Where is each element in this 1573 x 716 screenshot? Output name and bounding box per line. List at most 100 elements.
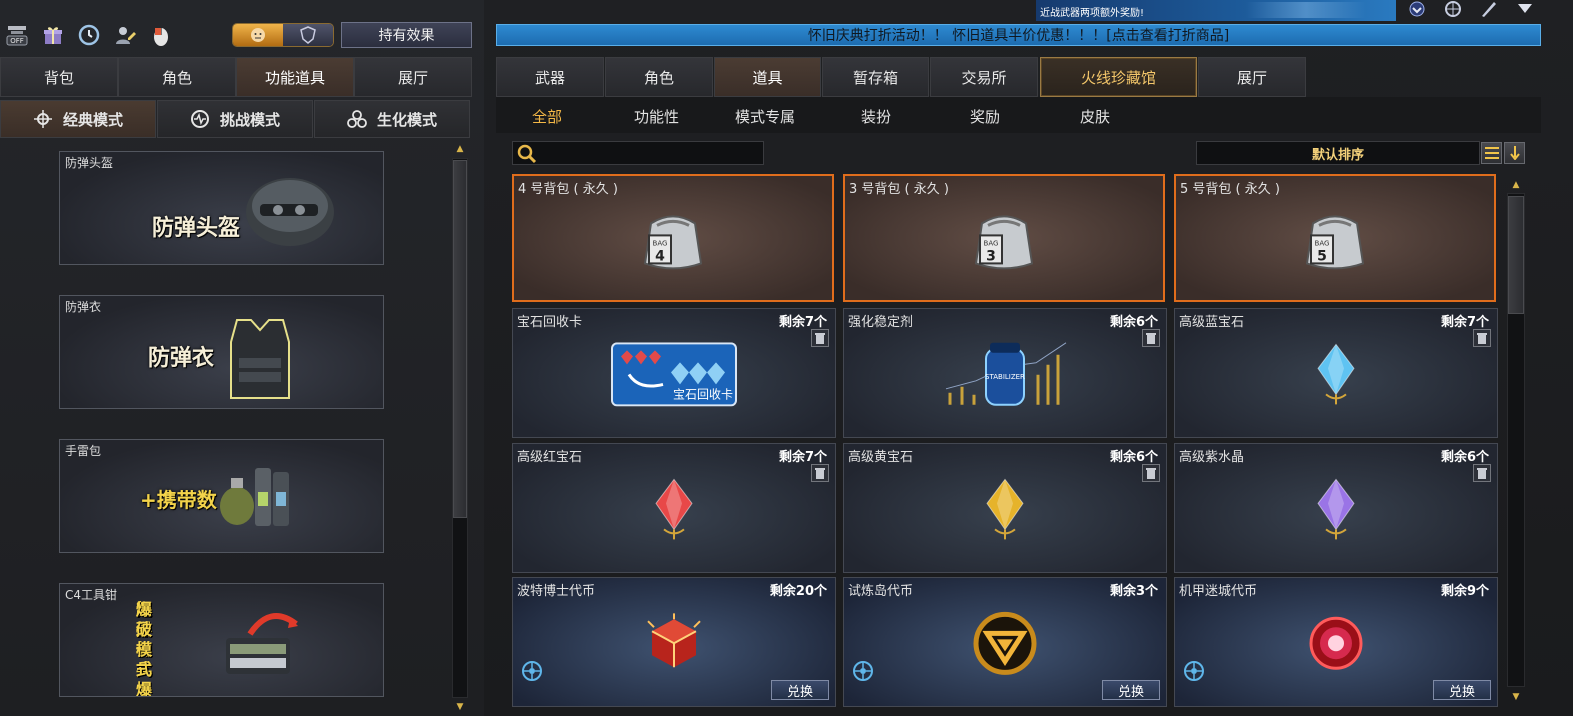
- crosshair-icon[interactable]: [1442, 0, 1464, 18]
- item-count: 剩余3个: [1109, 584, 1158, 599]
- item-name: 高级黄宝石: [848, 450, 914, 465]
- delete-icon[interactable]: [1473, 329, 1491, 347]
- item-art-text: 防弹头盔: [152, 216, 241, 241]
- list-item-vest[interactable]: 防弹衣 防弹衣: [59, 295, 384, 409]
- chevron-down-icon[interactable]: [1514, 0, 1536, 18]
- left-scroll-thumb[interactable]: [453, 160, 467, 518]
- item-card[interactable]: 高级黄宝石 剩余6个: [843, 443, 1167, 573]
- exchange-button[interactable]: 兑换: [1102, 680, 1160, 700]
- mouse-icon[interactable]: [146, 20, 176, 50]
- item-image: BAG 4: [641, 207, 705, 275]
- exchange-button[interactable]: 兑换: [771, 680, 829, 700]
- face-icon[interactable]: [233, 24, 283, 46]
- sort-select[interactable]: 默认排序: [1196, 141, 1480, 165]
- subtab-skin[interactable]: 皮肤: [1080, 106, 1110, 127]
- item-name: 机甲迷城代币: [1179, 584, 1258, 599]
- mode-challenge[interactable]: 挑战模式: [157, 100, 313, 138]
- item-image: BAG 3: [972, 207, 1036, 275]
- item-card[interactable]: 波特博士代币 剩余20个 兑换: [512, 577, 836, 707]
- item-count: 剩余7个: [778, 315, 827, 330]
- delete-icon[interactable]: [811, 329, 829, 347]
- sort-order-icon[interactable]: [1504, 142, 1525, 164]
- target-icon: [852, 660, 874, 682]
- search-input[interactable]: [512, 141, 764, 165]
- tab-exchange[interactable]: 交易所: [930, 57, 1038, 97]
- scroll-down-icon[interactable]: ▼: [452, 700, 468, 714]
- delete-icon[interactable]: [1142, 464, 1160, 482]
- tab-items[interactable]: 道具: [714, 57, 821, 97]
- mode-zombie[interactable]: 生化模式: [314, 100, 470, 138]
- list-item-helmet[interactable]: 防弹头盔 防弹头盔: [59, 151, 384, 265]
- subtab-all[interactable]: 全部: [532, 106, 562, 127]
- mode-classic[interactable]: 经典模式: [0, 100, 156, 138]
- scroll-up-icon[interactable]: ▲: [452, 142, 468, 156]
- item-title: C4工具钳: [65, 588, 118, 602]
- mode-classic-label: 经典模式: [62, 110, 123, 129]
- user-edit-icon[interactable]: [110, 20, 140, 50]
- knife-icon[interactable]: [1478, 0, 1500, 18]
- delete-icon[interactable]: [811, 464, 829, 482]
- gift-icon[interactable]: [38, 20, 68, 50]
- item-name: 高级紫水晶: [1179, 450, 1245, 465]
- list-view-icon[interactable]: [1481, 142, 1502, 164]
- item-art-text: 防弹衣: [148, 346, 215, 371]
- tab-storage[interactable]: 暂存箱: [822, 57, 929, 97]
- list-item-grenade-pack[interactable]: 手雷包 +携带数: [59, 439, 384, 553]
- history-icon[interactable]: [74, 20, 104, 50]
- item-image: [1306, 613, 1366, 677]
- tab-weapons[interactable]: 武器: [496, 57, 604, 97]
- exchange-button[interactable]: 兑换: [1433, 680, 1491, 700]
- art-line: 爆破模式: [136, 600, 153, 679]
- sound-off-icon[interactable]: OFF: [2, 20, 32, 50]
- subtab-functional[interactable]: 功能性: [634, 106, 679, 127]
- item-card[interactable]: 4 号背包 ( 永久 ) BAG 4: [512, 174, 834, 302]
- tab-character[interactable]: 角色: [118, 57, 236, 97]
- tab-showroom[interactable]: 展厅: [354, 57, 472, 97]
- grid-scroll-down-icon[interactable]: ▼: [1508, 690, 1524, 704]
- grid-scroll-thumb[interactable]: [1508, 196, 1524, 314]
- svg-text:3: 3: [986, 248, 996, 264]
- item-name: 4 号背包 ( 永久 ): [518, 182, 618, 197]
- item-card[interactable]: 高级蓝宝石 剩余7个: [1174, 308, 1498, 438]
- item-card[interactable]: 高级紫水晶 剩余6个: [1174, 443, 1498, 573]
- delete-icon[interactable]: [1473, 464, 1491, 482]
- search-icon: [517, 144, 537, 164]
- item-card[interactable]: 强化稳定剂 剩余6个 STABILIZER: [843, 308, 1167, 438]
- item-image: STABILIZER: [940, 339, 1070, 415]
- subtab-mode-exclusive[interactable]: 模式专属: [735, 106, 795, 127]
- tab-characters[interactable]: 角色: [605, 57, 713, 97]
- subtab-cosmetic[interactable]: 装扮: [861, 106, 891, 127]
- svg-text:5: 5: [1317, 248, 1327, 264]
- sale-banner[interactable]: 怀旧庆典打折活动！！ 怀旧道具半价优惠！！！[点击查看打折商品]: [496, 24, 1541, 46]
- item-name: 波特博士代币: [517, 584, 596, 599]
- item-card[interactable]: 高级红宝石 剩余7个: [512, 443, 836, 573]
- item-image: [983, 477, 1027, 545]
- list-item-c4-pliers[interactable]: C4工具钳 超级佣兵爆破 间谍模式 幽灵模式 爆破模式: [59, 583, 384, 697]
- item-image: [652, 477, 696, 545]
- tab-gallery[interactable]: 展厅: [1198, 57, 1306, 97]
- tab-backpack[interactable]: 背包: [0, 57, 118, 97]
- item-name: 宝石回收卡: [517, 315, 583, 330]
- item-card[interactable]: 3 号背包 ( 永久 ) BAG 3: [843, 174, 1165, 302]
- item-name: 高级红宝石: [517, 450, 583, 465]
- classic-mode-icon: [33, 110, 52, 128]
- hold-effect-button[interactable]: 持有效果: [341, 22, 472, 48]
- grenade-art: [220, 468, 289, 526]
- item-card[interactable]: 试炼岛代币 剩余3个 兑换: [843, 577, 1167, 707]
- character-toggle[interactable]: [232, 23, 334, 47]
- item-card[interactable]: 5 号背包 ( 永久 ) BAG 5: [1174, 174, 1496, 302]
- subtab-reward[interactable]: 奖励: [970, 106, 1000, 127]
- promo-text: 近战武器两项额外奖励!: [1040, 8, 1145, 19]
- tab-collection-hall[interactable]: 火线珍藏馆: [1040, 57, 1197, 97]
- delete-icon[interactable]: [1142, 329, 1160, 347]
- target-icon: [1183, 660, 1205, 682]
- rank-icon[interactable]: [1406, 0, 1428, 18]
- item-card[interactable]: 机甲迷城代币 剩余9个 兑换: [1174, 577, 1498, 707]
- target-icon: [521, 660, 543, 682]
- grid-scroll-up-icon[interactable]: ▲: [1508, 178, 1524, 192]
- item-art-text: +携带数: [140, 488, 217, 512]
- shield-icon[interactable]: [283, 24, 333, 46]
- tab-functional-items[interactable]: 功能道具: [236, 57, 354, 97]
- promo-banner[interactable]: 近战武器两项额外奖励!: [1036, 0, 1396, 21]
- item-card[interactable]: 宝石回收卡 剩余7个 宝石回收卡: [512, 308, 836, 438]
